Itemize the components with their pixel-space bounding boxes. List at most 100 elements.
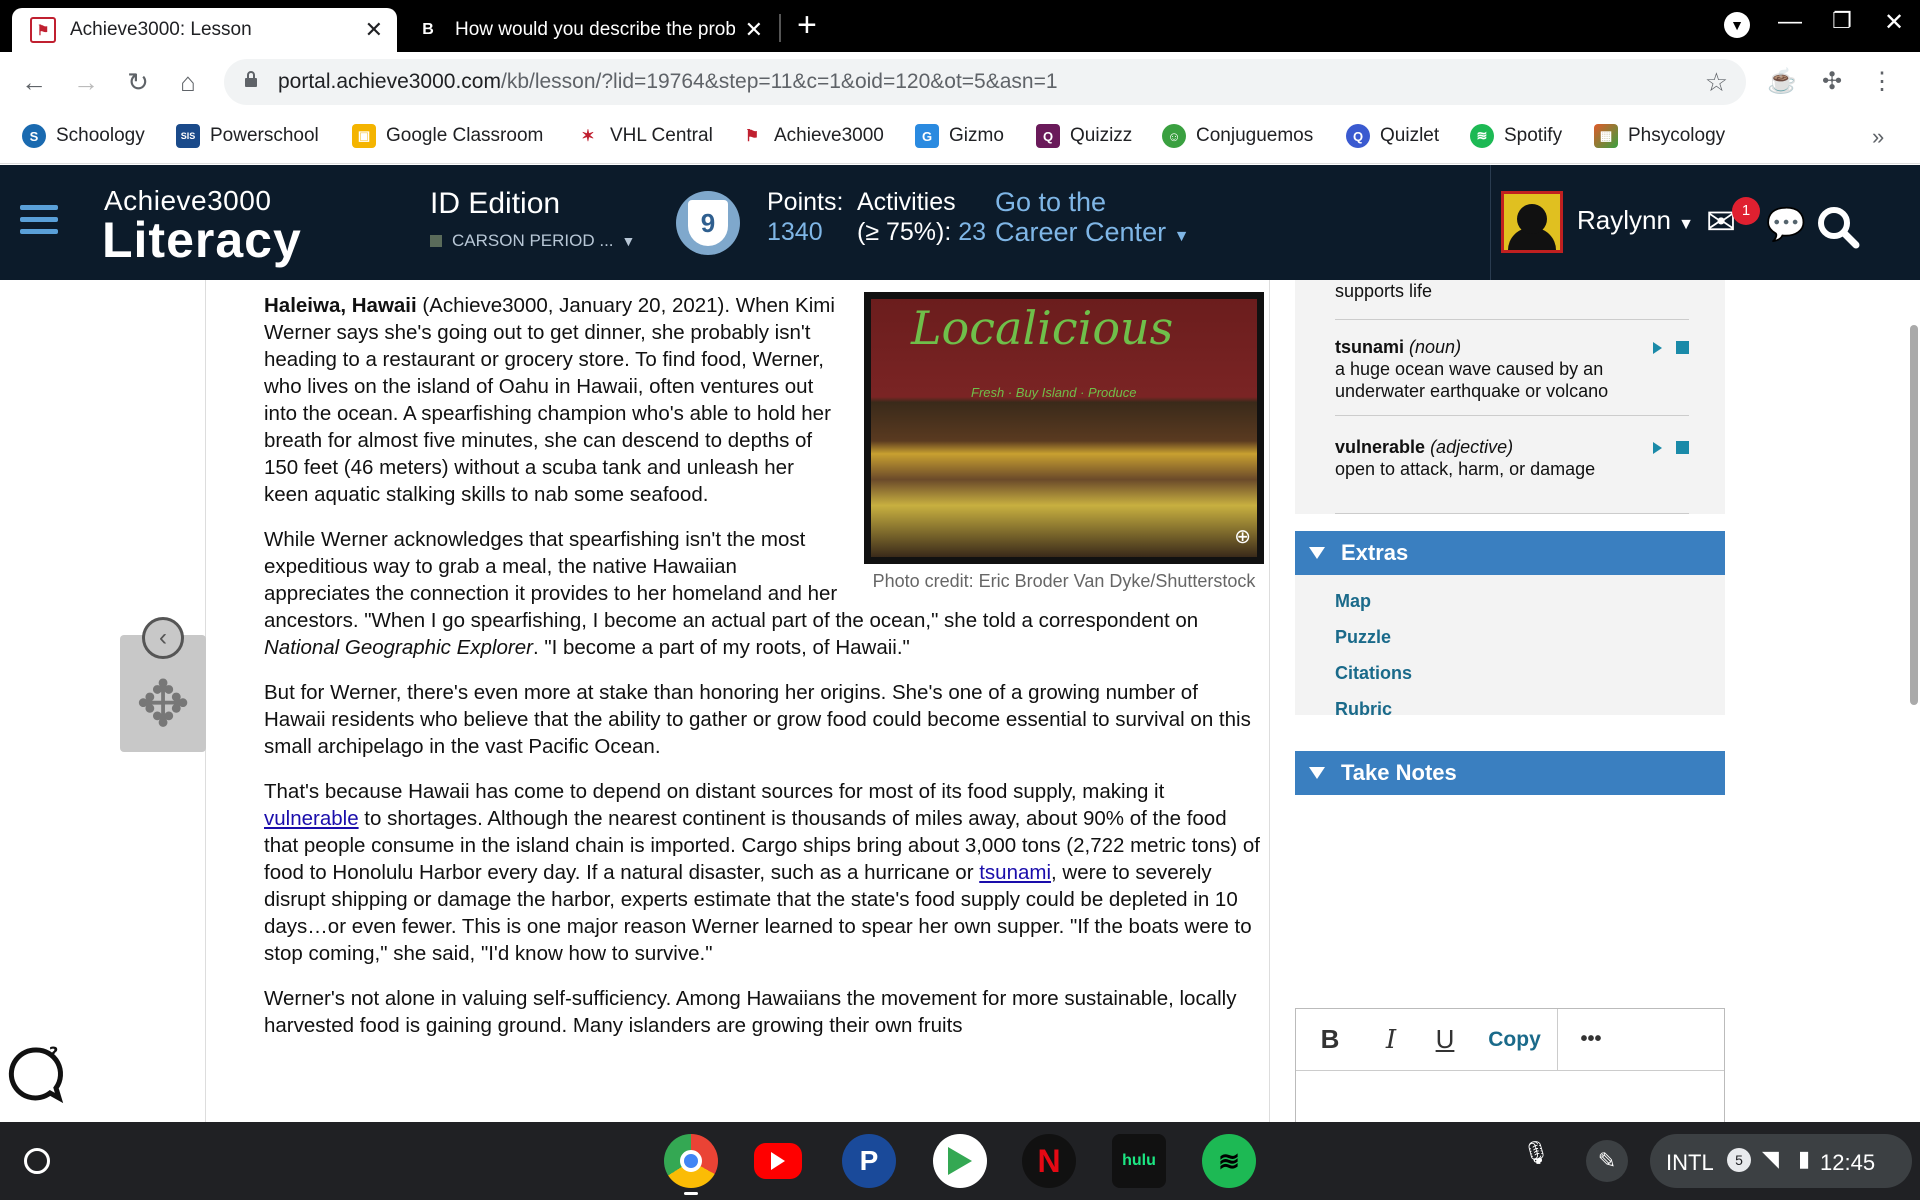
info-icon[interactable]: i <box>1685 977 1711 1003</box>
coffee-extension-icon[interactable]: ☕ <box>1766 66 1798 98</box>
notes-textarea[interactable] <box>1296 1071 1724 1122</box>
stylus-icon[interactable]: ✎ <box>1586 1140 1628 1182</box>
extensions-puzzle-icon[interactable]: ✣ <box>1816 66 1848 98</box>
play-icon[interactable] <box>1653 342 1662 354</box>
bookmark-label: Phsycology <box>1628 125 1726 146</box>
career-line1: Go to the <box>995 187 1107 217</box>
more-options-button[interactable]: ••• <box>1558 1009 1624 1071</box>
vocab-link-vulnerable[interactable]: vulnerable <box>264 807 359 830</box>
chevron-down-icon: ▼ <box>1173 228 1190 245</box>
class-period-dropdown[interactable]: CARSON PERIOD ... ▼ <box>430 231 635 251</box>
os-shelf: P N hulu ≋ 🎙 ✎ INTL 5 ◥ ▮ 12:45 <box>0 1122 1920 1200</box>
bookmark-achieve3000[interactable]: ⚑ Achieve3000 <box>740 124 884 148</box>
home-icon[interactable]: ⌂ <box>170 64 206 100</box>
bookmark-label: VHL Central <box>610 125 713 146</box>
bold-button[interactable]: B <box>1296 1009 1364 1071</box>
bookmark-conjuguemos[interactable]: ☺ Conjuguemos <box>1162 124 1313 148</box>
bookmark-vhl-central[interactable]: ✶ VHL Central <box>576 124 713 148</box>
new-tab-icon[interactable]: + <box>797 6 817 45</box>
username-label: Raylynn <box>1577 205 1671 235</box>
vocabulary-panel: supports life tsunami (noun) a huge ocea… <box>1295 280 1725 514</box>
close-window-icon[interactable]: ✕ <box>1874 8 1914 37</box>
avatar[interactable] <box>1501 191 1563 253</box>
photo-frame[interactable]: Localicious Fresh · Buy Island · Produce… <box>864 292 1264 564</box>
hulu-icon[interactable]: hulu <box>1112 1134 1166 1188</box>
logo-literacy[interactable]: Literacy <box>102 211 302 269</box>
google-classroom-icon: ▣ <box>352 124 376 148</box>
minimize-icon[interactable]: — <box>1770 8 1810 36</box>
stop-icon[interactable] <box>1676 441 1689 454</box>
bookmark-google-classroom[interactable]: ▣ Google Classroom <box>352 124 543 148</box>
search-icon[interactable] <box>1816 205 1860 249</box>
extras-header[interactable]: Extras <box>1295 531 1725 575</box>
bookmark-quizlet[interactable]: Q Quizlet <box>1346 124 1439 148</box>
extras-link-puzzle[interactable]: Puzzle <box>1335 627 1391 648</box>
copy-button[interactable]: Copy <box>1472 1008 1558 1071</box>
take-notes-header[interactable]: Take Notes <box>1295 751 1725 795</box>
close-tab-icon[interactable]: ✕ <box>365 17 383 43</box>
more-bookmarks-button[interactable]: » <box>1872 124 1884 150</box>
audio-controls <box>1653 338 1689 360</box>
tab-question[interactable]: B How would you describe the prob ✕ <box>397 8 777 52</box>
career-center-link[interactable]: Go to the Career Center ▼ <box>995 187 1189 252</box>
zoom-icon[interactable]: ⊕ <box>1234 524 1251 551</box>
reload-icon[interactable]: ↻ <box>120 64 156 100</box>
bookmark-star-icon[interactable]: ☆ <box>1705 67 1728 98</box>
microphone-icon[interactable]: 🎙 <box>1522 1140 1550 1166</box>
chrome-icon[interactable] <box>664 1134 718 1188</box>
page-scrollbar[interactable] <box>1910 325 1918 705</box>
wifi-icon: ◥ <box>1762 1146 1779 1171</box>
stop-icon[interactable] <box>1676 341 1689 354</box>
bookmark-label: Gizmo <box>949 125 1004 146</box>
restore-icon[interactable]: ❐ <box>1822 8 1862 34</box>
menu-kebab-icon[interactable]: ⋮ <box>1866 66 1898 98</box>
play-icon[interactable] <box>1653 442 1662 454</box>
tab-search-icon[interactable]: ▼ <box>1724 12 1750 38</box>
notification-count-badge: 5 <box>1727 1148 1751 1172</box>
vocab-definition: a huge ocean wave caused by an underwate… <box>1335 359 1609 401</box>
level-badge[interactable]: 9 <box>676 191 740 255</box>
tab-achieve-lesson[interactable]: ⚑ Achieve3000: Lesson ✕ <box>12 8 397 52</box>
spotify-icon[interactable]: ≋ <box>1202 1134 1256 1188</box>
chevron-down-icon: ▼ <box>1678 216 1695 233</box>
extras-link-map[interactable]: Map <box>1335 591 1371 612</box>
italic-button[interactable]: I <box>1364 1009 1418 1071</box>
points-value: 1340 <box>767 218 823 246</box>
bookmark-phsycology[interactable]: ▦ Phsycology <box>1594 124 1725 148</box>
extras-link-citations[interactable]: Citations <box>1335 663 1412 684</box>
hamburger-menu-icon[interactable] <box>20 205 58 237</box>
publication-title: National Geographic Explorer <box>264 636 533 659</box>
vocab-link-tsunami[interactable]: tsunami <box>979 861 1051 884</box>
youtube-icon[interactable] <box>754 1143 802 1179</box>
powerschool-icon[interactable]: P <box>842 1134 896 1188</box>
launcher-icon[interactable] <box>24 1148 50 1174</box>
bookmark-schoology[interactable]: S Schoology <box>22 124 145 148</box>
notes-editor: B I U Copy ••• <box>1295 1008 1725 1122</box>
article-photo: Localicious Fresh · Buy Island · Produce… <box>864 292 1264 593</box>
back-icon[interactable]: ← <box>16 64 52 100</box>
collapse-arrow-icon[interactable]: ‹ <box>142 617 184 659</box>
bookmark-powerschool[interactable]: SIS Powerschool <box>176 124 319 148</box>
extras-link-rubric[interactable]: Rubric <box>1335 699 1392 720</box>
close-tab-icon[interactable]: ✕ <box>745 17 763 43</box>
bookmark-quizizz[interactable]: Q Quizizz <box>1036 124 1132 148</box>
photo-sign-subtext: Fresh · Buy Island · Produce <box>971 385 1137 400</box>
produce-stand-image: Localicious Fresh · Buy Island · Produce… <box>871 299 1257 557</box>
vocab-definition: open to attack, harm, or damage <box>1335 459 1596 479</box>
move-arrows-icon[interactable]: ✥ <box>132 669 194 739</box>
chat-assistant-icon[interactable]: ? <box>5 1044 67 1106</box>
tab-divider <box>779 14 781 42</box>
username[interactable]: Raylynn ▼ <box>1577 205 1694 236</box>
vocab-definition: supports life <box>1335 281 1433 301</box>
lesson-content: Localicious Fresh · Buy Island · Produce… <box>0 280 1920 1122</box>
mic-off-icon[interactable]: 🎙 <box>1648 981 1673 1006</box>
bookmark-spotify[interactable]: ≋ Spotify <box>1470 124 1562 148</box>
underline-button[interactable]: U <box>1418 1009 1472 1071</box>
chat-bubbles-icon[interactable]: 💬 <box>1766 205 1806 243</box>
bookmark-gizmo[interactable]: G Gizmo <box>915 124 1004 148</box>
play-store-icon[interactable] <box>933 1134 987 1188</box>
address-bar[interactable]: portal.achieve3000.com/kb/lesson/?lid=19… <box>224 59 1746 105</box>
floating-tool-widget[interactable]: ‹ ✥ <box>120 617 206 752</box>
forward-icon[interactable]: → <box>68 64 104 100</box>
netflix-icon[interactable]: N <box>1022 1134 1076 1188</box>
